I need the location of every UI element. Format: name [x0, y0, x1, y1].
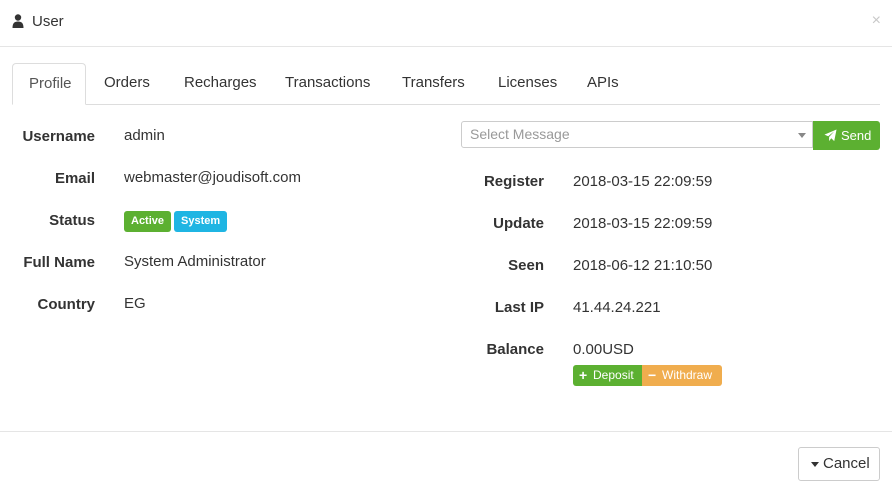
- username-value: admin: [124, 127, 165, 144]
- email-value: webmaster@joudisoft.com: [124, 169, 301, 186]
- update-label: Update: [493, 215, 544, 232]
- status-label: Status: [49, 212, 95, 229]
- email-label: Email: [54, 170, 95, 187]
- modal-header: User ×: [0, 0, 892, 47]
- username-label: Username: [22, 128, 95, 145]
- tab-bar: Profile Orders Recharges Transactions Tr…: [12, 63, 880, 105]
- withdraw-button-label: Withdraw: [662, 368, 713, 382]
- seen-value: 2018-06-12 21:10:50: [573, 257, 713, 274]
- tab-licenses[interactable]: Licenses: [482, 63, 573, 103]
- cancel-button-label: Cancel: [823, 455, 870, 472]
- country-value: EG: [124, 295, 146, 312]
- send-button[interactable]: Send: [813, 121, 880, 150]
- send-button-label: Send: [841, 128, 872, 143]
- balance-label: Balance: [486, 341, 544, 358]
- tab-transfers[interactable]: Transfers: [386, 63, 481, 103]
- caret-down-icon: [811, 462, 819, 467]
- tab-apis[interactable]: APIs: [571, 63, 635, 103]
- deposit-button[interactable]: + Deposit: [573, 365, 642, 386]
- last-ip-label: Last IP: [494, 299, 544, 316]
- last-ip-value: 41.44.24.221: [573, 299, 661, 316]
- seen-label: Seen: [508, 257, 544, 274]
- cancel-button[interactable]: Cancel: [798, 447, 880, 481]
- full-name-label: Full Name: [23, 254, 95, 271]
- plus-icon: +: [579, 367, 588, 383]
- full-name-value: System Administrator: [124, 253, 266, 270]
- chevron-down-icon: [798, 133, 806, 138]
- modal-title: User: [32, 13, 64, 30]
- country-label: Country: [37, 296, 96, 313]
- close-icon[interactable]: ×: [872, 12, 881, 30]
- footer-divider: [0, 431, 892, 432]
- update-value: 2018-03-15 22:09:59: [573, 215, 713, 232]
- tab-orders[interactable]: Orders: [88, 63, 166, 103]
- minus-icon: −: [648, 367, 657, 383]
- register-label: Register: [483, 173, 544, 190]
- tab-transactions[interactable]: Transactions: [269, 63, 386, 103]
- message-select-placeholder: Select Message: [470, 126, 570, 142]
- register-value: 2018-03-15 22:09:59: [573, 173, 713, 190]
- tab-recharges[interactable]: Recharges: [168, 63, 273, 103]
- status-badge-system: System: [174, 211, 228, 232]
- paper-plane-icon: [824, 129, 837, 142]
- status-badge-active: Active: [124, 211, 172, 232]
- tab-profile[interactable]: Profile: [12, 63, 86, 105]
- deposit-button-label: Deposit: [593, 368, 634, 382]
- withdraw-button[interactable]: − Withdraw: [642, 365, 722, 386]
- message-select[interactable]: Select Message: [461, 121, 813, 148]
- user-icon: [12, 14, 24, 28]
- balance-value: 0.00USD: [573, 341, 634, 358]
